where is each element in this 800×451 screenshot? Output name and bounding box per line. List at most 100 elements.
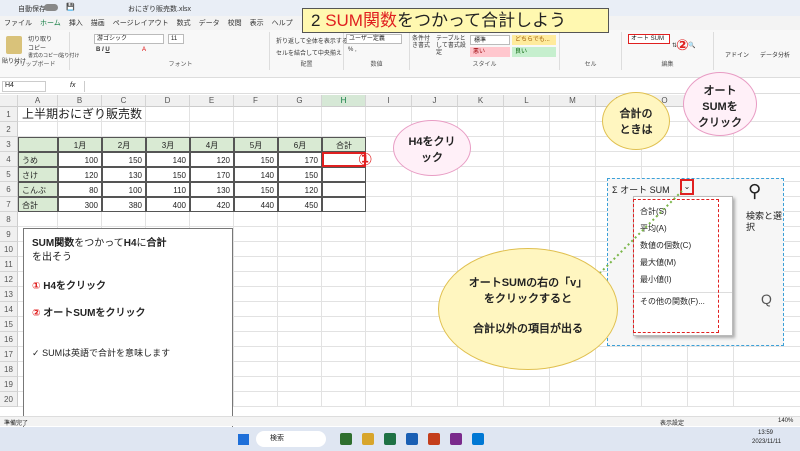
format-as-table-button[interactable]: テーブルとして書式設定 xyxy=(436,36,466,57)
sheet-title[interactable]: 上半期おにぎり販売数 xyxy=(22,107,142,122)
table-cell[interactable]: うめ xyxy=(18,152,58,167)
save-icon[interactable]: 💾 xyxy=(66,3,75,11)
row-header[interactable]: 12 xyxy=(0,272,18,287)
table-cell[interactable]: 150 xyxy=(234,152,278,167)
onenote-icon[interactable] xyxy=(450,433,462,445)
tab-help[interactable]: ヘルプ xyxy=(268,16,297,30)
font-color-icon[interactable]: A xyxy=(142,47,146,53)
edge-icon[interactable] xyxy=(472,433,484,445)
row-header[interactable]: 1 xyxy=(0,107,18,122)
column-header[interactable]: M xyxy=(550,95,596,107)
conditional-format-button[interactable]: 条件付き書式 xyxy=(412,36,434,50)
column-header[interactable]: C xyxy=(102,95,146,107)
tab-formulas[interactable]: 数式 xyxy=(173,16,195,30)
taskbar-app-icon[interactable] xyxy=(340,433,352,445)
table-cell[interactable]: 420 xyxy=(190,197,234,212)
zoom-find-label[interactable]: 検索と選択 xyxy=(746,211,782,233)
autosum-button[interactable]: オート SUM xyxy=(628,34,670,44)
table-header-cell[interactable]: 6月 xyxy=(278,137,322,152)
merge-center-button[interactable]: セルを結合して中央揃え xyxy=(276,48,342,57)
row-header[interactable]: 13 xyxy=(0,287,18,302)
row-header[interactable]: 10 xyxy=(0,242,18,257)
word-icon[interactable] xyxy=(406,433,418,445)
table-header-cell[interactable]: 4月 xyxy=(190,137,234,152)
cut-button[interactable]: 切り取り xyxy=(28,34,52,43)
table-cell[interactable]: 170 xyxy=(278,152,322,167)
column-header[interactable]: J xyxy=(412,95,458,107)
column-header[interactable]: E xyxy=(190,95,234,107)
table-cell[interactable] xyxy=(322,197,366,212)
table-cell[interactable]: 450 xyxy=(278,197,322,212)
column-header[interactable]: L xyxy=(504,95,550,107)
tab-view[interactable]: 表示 xyxy=(246,16,268,30)
paste-icon[interactable] xyxy=(6,36,22,54)
addins-button[interactable]: アドイン xyxy=(725,50,749,59)
table-cell[interactable]: こんぶ xyxy=(18,182,58,197)
fx-icon[interactable]: fx xyxy=(70,82,75,89)
table-cell[interactable]: 110 xyxy=(146,182,190,197)
table-cell[interactable]: 140 xyxy=(234,167,278,182)
column-header[interactable]: D xyxy=(146,95,190,107)
row-header[interactable]: 14 xyxy=(0,302,18,317)
table-cell[interactable]: 100 xyxy=(102,182,146,197)
row-header[interactable]: 2 xyxy=(0,122,18,137)
column-header[interactable]: H xyxy=(322,95,366,107)
tab-draw[interactable]: 描画 xyxy=(87,16,109,30)
row-header[interactable]: 9 xyxy=(0,227,18,242)
zoom-level[interactable]: 140% xyxy=(778,418,793,424)
table-cell[interactable]: 120 xyxy=(190,152,234,167)
style-good[interactable]: 良い xyxy=(512,47,556,57)
tab-insert[interactable]: 挿入 xyxy=(65,16,87,30)
select-all-corner[interactable] xyxy=(0,95,18,107)
row-header[interactable]: 11 xyxy=(0,257,18,272)
table-cell[interactable]: 130 xyxy=(102,167,146,182)
table-header-cell[interactable]: 2月 xyxy=(102,137,146,152)
taskbar-search[interactable]: 検索 xyxy=(256,431,326,447)
row-header[interactable]: 20 xyxy=(0,392,18,407)
row-header[interactable]: 4 xyxy=(0,152,18,167)
row-header[interactable]: 15 xyxy=(0,317,18,332)
column-header[interactable]: B xyxy=(58,95,102,107)
table-cell[interactable]: 120 xyxy=(58,167,102,182)
wrap-text-button[interactable]: 折り返して全体を表示する xyxy=(276,36,348,45)
table-cell[interactable]: 120 xyxy=(278,182,322,197)
column-header[interactable]: G xyxy=(278,95,322,107)
row-header[interactable]: 18 xyxy=(0,362,18,377)
folder-icon[interactable] xyxy=(362,433,374,445)
style-normal[interactable]: 標準 xyxy=(470,35,510,45)
table-cell[interactable]: 130 xyxy=(190,182,234,197)
data-analysis-button[interactable]: データ分析 xyxy=(760,50,790,59)
row-header[interactable]: 16 xyxy=(0,332,18,347)
table-header-cell[interactable]: 5月 xyxy=(234,137,278,152)
tab-data[interactable]: データ xyxy=(195,16,224,30)
font-size-box[interactable]: 11 xyxy=(168,34,184,44)
start-icon[interactable] xyxy=(238,434,249,445)
table-cell[interactable]: 440 xyxy=(234,197,278,212)
style-neutral[interactable]: どちらでも... xyxy=(512,35,556,45)
zoom-find-icon[interactable]: ⚲ xyxy=(748,181,761,202)
table-cell[interactable]: 100 xyxy=(58,152,102,167)
table-cell[interactable]: 400 xyxy=(146,197,190,212)
view-settings[interactable]: 表示設定 xyxy=(660,418,684,427)
table-cell[interactable]: 150 xyxy=(234,182,278,197)
table-cell[interactable]: 80 xyxy=(58,182,102,197)
table-cell[interactable] xyxy=(322,182,366,197)
style-bad[interactable]: 悪い xyxy=(470,47,510,57)
table-header-cell[interactable]: 1月 xyxy=(58,137,102,152)
tab-review[interactable]: 校閲 xyxy=(224,16,246,30)
table-cell[interactable]: 150 xyxy=(278,167,322,182)
name-box[interactable]: H4 xyxy=(2,81,46,92)
row-header[interactable]: 8 xyxy=(0,212,18,227)
row-header[interactable]: 7 xyxy=(0,197,18,212)
row-header[interactable]: 6 xyxy=(0,182,18,197)
table-cell[interactable]: 300 xyxy=(58,197,102,212)
bold-icon[interactable]: B I U xyxy=(96,47,110,53)
table-cell[interactable]: さけ xyxy=(18,167,58,182)
column-header[interactable]: A xyxy=(18,95,58,107)
row-header[interactable]: 3 xyxy=(0,137,18,152)
table-cell[interactable]: 150 xyxy=(102,152,146,167)
format-painter-button[interactable]: 書式のコピー/貼り付け xyxy=(28,52,79,59)
column-header[interactable]: I xyxy=(366,95,412,107)
tab-page-layout[interactable]: ページレイアウト xyxy=(109,16,173,30)
row-header[interactable]: 17 xyxy=(0,347,18,362)
